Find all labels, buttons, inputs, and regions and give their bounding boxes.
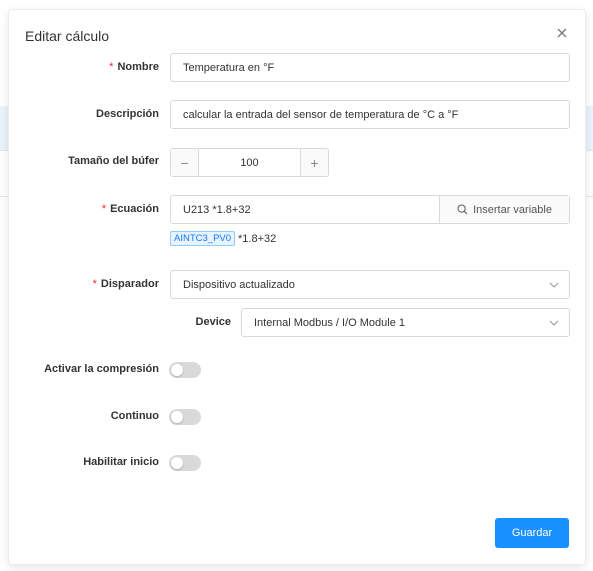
toggle-knob	[171, 457, 183, 469]
edit-calculation-dialog: Editar cálculo * Nombre Temperatura en °F…	[9, 10, 585, 564]
description-field[interactable]: calcular la entrada del sensor de temper…	[170, 100, 570, 129]
chevron-down-icon	[549, 320, 559, 326]
required-mark: *	[101, 203, 107, 215]
dialog-title: Editar cálculo	[25, 28, 110, 44]
close-button[interactable]	[554, 25, 570, 41]
toggle-knob	[171, 411, 183, 423]
save-button[interactable]: Guardar	[495, 518, 569, 548]
enable-start-label: Habilitar inicio	[83, 456, 159, 468]
variable-tag: AINTC3_PV0	[170, 231, 236, 246]
enable-start-toggle[interactable]	[169, 455, 201, 471]
description-label: Descripción	[96, 108, 159, 120]
continuous-toggle[interactable]	[169, 409, 201, 425]
toggle-knob	[171, 364, 183, 376]
equation-group: U213 *1.8+32 Insertar variable	[170, 195, 570, 224]
search-icon	[457, 204, 468, 215]
trigger-select[interactable]: Dispositivo actualizado	[170, 270, 570, 299]
required-mark: *	[109, 61, 114, 73]
required-mark: *	[92, 278, 97, 290]
name-field[interactable]: Temperatura en °F	[170, 53, 570, 82]
compression-toggle[interactable]	[169, 362, 201, 378]
buffer-size-stepper[interactable]: − 100 +	[170, 148, 329, 177]
equation-preview-text: *1.8+32	[238, 232, 277, 245]
decrement-button[interactable]: −	[171, 149, 199, 176]
trigger-label: * Disparador	[92, 278, 159, 290]
chevron-down-icon	[549, 282, 559, 288]
buffer-size-value[interactable]: 100	[199, 149, 300, 176]
equation-preview: AINTC3_PV0 *1.8+32	[170, 231, 276, 246]
name-label: * Nombre	[109, 61, 159, 73]
close-icon	[557, 28, 567, 38]
device-select[interactable]: Internal Modbus / I/O Module 1	[241, 308, 570, 337]
device-label: Device	[195, 316, 231, 328]
insert-variable-button[interactable]: Insertar variable	[439, 196, 569, 223]
increment-button[interactable]: +	[300, 149, 328, 176]
compression-label: Activar la compresión	[44, 363, 159, 375]
equation-label: * Ecuación	[101, 203, 159, 215]
buffer-size-label: Tamaño del búfer	[68, 155, 159, 167]
continuous-label: Continuo	[110, 410, 159, 422]
equation-field[interactable]: U213 *1.8+32	[171, 196, 439, 223]
